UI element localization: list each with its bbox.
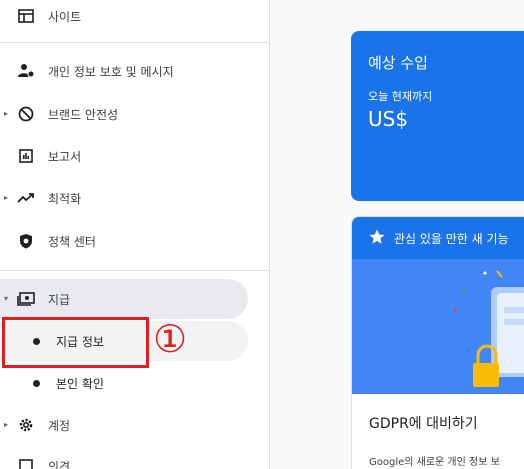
sidebar-item-label: 브랜드 안전성 [48,107,119,122]
feedback-icon [16,456,36,469]
star-icon [368,228,386,250]
sidebar-item-privacy[interactable]: 개인 정보 보호 및 메시지 [0,55,270,87]
gear-icon [16,415,36,435]
sidebar-subitem-identity-verification[interactable]: 본인 확인 [0,365,250,401]
sidebar-item-reports[interactable]: 보고서 [0,140,270,172]
sidebar-item-label: 계정 [48,418,71,433]
earnings-value: US$ [368,107,409,131]
sidebar-nav: 사이트 개인 정보 보호 및 메시지 ▸ 브랜드 안전성 보고서 ▸ 최적화 정… [0,0,270,469]
card-title: 예상 수입 [368,54,428,72]
privacy-icon [16,61,36,81]
sidebar-item-feedback[interactable]: 의견 [0,450,270,469]
annotation-marker: ① [153,317,188,361]
sidebar-item-label: 개인 정보 보호 및 메시지 [48,64,174,79]
new-features-card[interactable]: 관심 있을 만한 새 기능 GDPR에 대비하기 Google의 새로운 개인 … [351,216,524,469]
site-icon [16,6,36,26]
caret-right-icon: ▸ [4,420,9,429]
block-icon [16,104,36,124]
card-description: Google의 새로운 개인 정보 보 [369,457,500,468]
sidebar-item-label: 보고서 [48,149,82,164]
sidebar-subitem-label: 본인 확인 [56,376,104,391]
card-header-label: 관심 있을 만한 새 기능 [394,231,509,246]
bullet-icon [33,379,40,387]
caret-down-icon: ▾ [4,294,9,303]
card-title: GDPR에 대비하기 [369,416,478,432]
estimated-earnings-card[interactable]: 예상 수입 오늘 현재까지 US$ [351,31,524,201]
divider [0,42,270,43]
sidebar-item-label: 의견 [48,459,71,469]
sidebar-item-label: 최적화 [48,191,82,206]
shield-icon [16,231,36,251]
divider [0,270,270,271]
sidebar-item-payments[interactable]: ▾ 지급 [0,283,270,315]
trending-icon [16,188,36,208]
card-header: 관심 있을 만한 새 기능 [352,217,524,259]
caret-right-icon: ▸ [4,193,9,202]
sidebar-item-optimization[interactable]: ▸ 최적화 [0,182,270,214]
sidebar-item-sites[interactable]: 사이트 [0,0,270,32]
sidebar-item-label: 정책 센터 [48,234,96,249]
sidebar-item-policy-center[interactable]: 정책 센터 [0,225,270,257]
caret-right-icon: ▸ [4,109,9,118]
sidebar-item-brand-safety[interactable]: ▸ 브랜드 안전성 [0,98,270,130]
sidebar-item-label: 사이트 [48,9,82,24]
report-icon [16,146,36,166]
payments-icon [16,289,36,309]
sidebar-item-account[interactable]: ▸ 계정 [0,409,270,441]
gdpr-illustration [352,259,524,394]
sidebar-item-label: 지급 [48,292,71,307]
card-subtitle: 오늘 현재까지 [368,90,433,103]
highlight-box [2,317,149,368]
